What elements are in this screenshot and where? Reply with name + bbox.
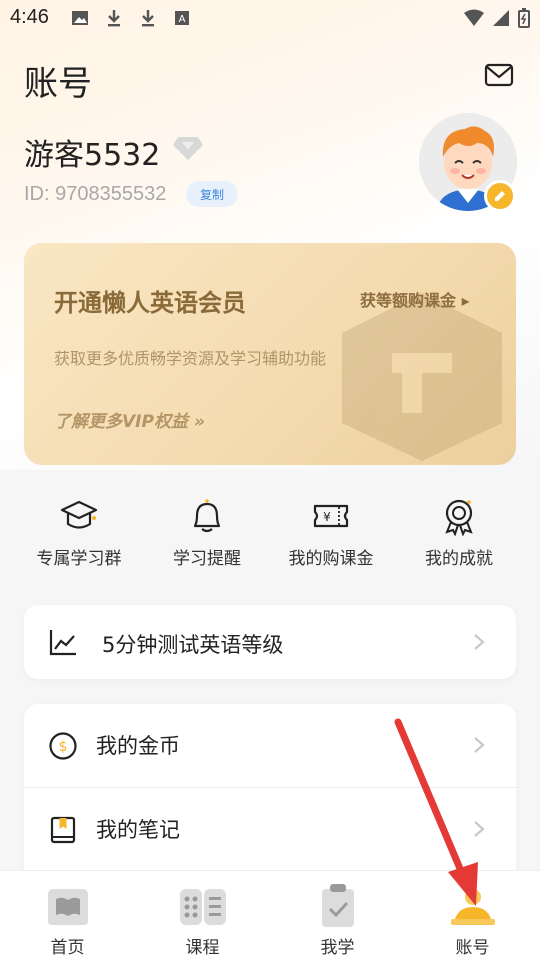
level-test-label: 5分钟测试英语等级 xyxy=(102,633,284,657)
tab-account[interactable]: 账号 xyxy=(405,871,540,961)
notebook-icon xyxy=(50,816,76,844)
vip-banner[interactable]: 开通懒人英语会员 获等额购课金 ▸ 获取更多优质畅学资源及学习辅助功能 了解更多… xyxy=(24,243,516,465)
tab-label: 首页 xyxy=(50,938,85,958)
battery-icon xyxy=(518,8,530,32)
ticket-icon: ¥ xyxy=(313,504,349,528)
shortcut-label: 专属学习群 xyxy=(36,549,122,569)
status-time: 4:46 xyxy=(10,6,49,28)
username: 游客5532 xyxy=(24,138,161,173)
shortcut-label: 我的购课金 xyxy=(288,549,374,569)
vip-benefits-link[interactable]: 了解更多VIP权益 » xyxy=(54,407,205,432)
svg-text:$: $ xyxy=(59,739,68,755)
level-test-card[interactable]: 5分钟测试英语等级 xyxy=(24,605,516,679)
text-notification-icon: A xyxy=(172,8,192,28)
user-id: ID: 9708355532 xyxy=(24,183,167,205)
svg-text:A: A xyxy=(179,14,186,25)
wifi-icon xyxy=(464,9,484,31)
vip-rebate-link[interactable]: 获等额购课金 ▸ xyxy=(360,287,470,311)
chevron-right-icon xyxy=(474,634,485,650)
menu-item-coins[interactable]: $ 我的金币 xyxy=(24,704,516,786)
bottom-tab-bar: 首页 课程 我学 账号 xyxy=(0,870,540,961)
download-icon xyxy=(104,8,124,28)
shortcut-study-group[interactable]: 专属学习群 xyxy=(24,490,134,569)
status-bar: 4:46 A xyxy=(0,0,540,36)
grid-icon xyxy=(179,889,226,925)
shortcut-row: 专属学习群 学习提醒 ¥ 我的购课金 我的成就 xyxy=(24,490,516,580)
menu-card: $ 我的金币 我的笔记 xyxy=(24,704,516,884)
tab-courses[interactable]: 课程 xyxy=(135,871,270,961)
medal-icon xyxy=(445,499,473,536)
account-icon xyxy=(450,889,495,925)
svg-text:¥: ¥ xyxy=(323,510,331,524)
pencil-icon xyxy=(495,191,505,201)
tab-home[interactable]: 首页 xyxy=(0,871,135,961)
mail-icon[interactable] xyxy=(484,62,514,88)
shortcut-reminder[interactable]: 学习提醒 xyxy=(152,490,262,569)
chevron-right-icon xyxy=(474,737,485,753)
coin-icon: $ xyxy=(49,732,77,760)
vip-subtitle: 获取更多优质畅学资源及学习辅助功能 xyxy=(54,349,327,368)
tab-label: 课程 xyxy=(185,938,220,958)
diamond-icon[interactable] xyxy=(172,134,204,162)
download-icon xyxy=(138,8,158,28)
tab-label: 账号 xyxy=(455,938,490,958)
edit-avatar-button[interactable] xyxy=(484,180,516,212)
chart-icon xyxy=(49,630,76,656)
shortcut-achievements[interactable]: 我的成就 xyxy=(404,490,514,569)
vip-title: 开通懒人英语会员 xyxy=(54,289,246,317)
menu-item-label: 我的笔记 xyxy=(96,818,180,842)
tab-my-learning[interactable]: 我学 xyxy=(270,871,405,961)
shortcut-label: 学习提醒 xyxy=(173,549,241,569)
home-book-icon xyxy=(47,889,88,925)
image-notification-icon xyxy=(70,8,90,28)
signal-icon xyxy=(492,9,510,31)
copy-id-button[interactable]: 复制 xyxy=(186,181,238,207)
menu-item-label: 我的金币 xyxy=(96,734,180,758)
tab-label: 我学 xyxy=(320,938,355,958)
menu-item-notes[interactable]: 我的笔记 xyxy=(24,788,516,870)
graduation-cap-icon xyxy=(60,500,98,529)
shortcut-course-credit[interactable]: ¥ 我的购课金 xyxy=(276,490,386,569)
clipboard-check-icon xyxy=(321,884,354,927)
chevron-right-icon xyxy=(474,821,485,837)
bell-icon xyxy=(193,499,221,533)
page-title: 账号 xyxy=(24,64,92,104)
shortcut-label: 我的成就 xyxy=(425,549,493,569)
